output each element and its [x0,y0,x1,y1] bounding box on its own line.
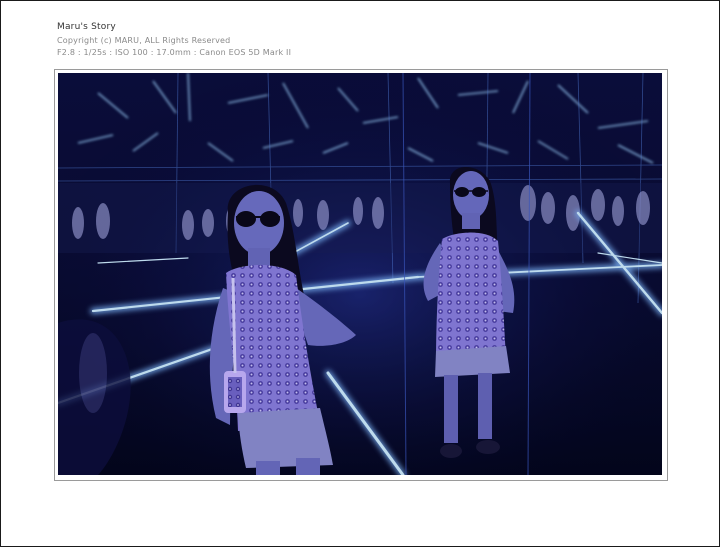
caption-header: Maru's Story Copyright (c) MARU, ALL Rig… [57,21,291,57]
page-frame: Maru's Story Copyright (c) MARU, ALL Rig… [0,0,720,547]
exif-line: F2.8 : 1/25s : ISO 100 : 17.0mm : Canon … [57,48,292,57]
photo-frame [54,69,668,481]
blog-title: Maru's Story [57,22,116,32]
mirror-room-photo [58,73,662,475]
photo [58,73,662,475]
copyright-line: Copyright (c) MARU, ALL Rights Reserved [57,36,231,45]
